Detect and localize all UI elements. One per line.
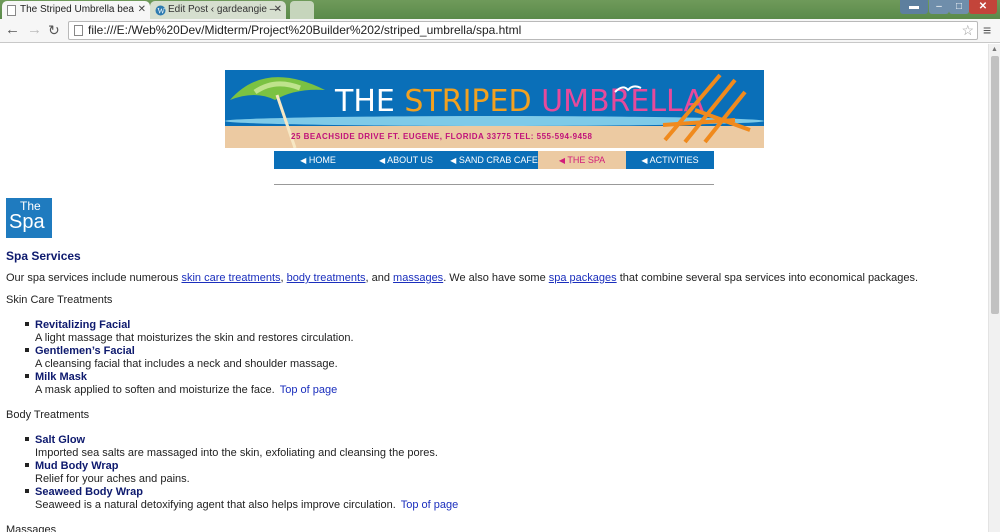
close-icon[interactable]: ✕ [274,1,282,19]
nav-sand-crab-cafe[interactable]: ◀ SAND CRAB CAFE [450,151,538,169]
list-item: Mud Body Wrap Relief for your aches and … [25,460,835,486]
reload-icon[interactable]: ↻ [48,22,60,38]
scroll-up-icon[interactable]: ▲ [991,46,998,53]
top-of-page-link[interactable]: Top of page [401,499,459,511]
user-icon[interactable]: ▬ [900,0,928,14]
nav-arrow-icon: ◀ [300,156,307,165]
svg-text:W: W [157,7,165,16]
page-icon [7,5,16,16]
url-text[interactable]: file:///E:/Web%20Dev/Midterm/Project%20B… [88,22,521,39]
nav-arrow-icon: ◀ [641,156,648,165]
list-item: Salt Glow Imported sea salts are massage… [25,434,835,460]
nav-about-us[interactable]: ◀ ABOUT US [362,151,450,169]
bullet [25,463,29,467]
bullet [25,489,29,493]
list-item: Gentlemen’s Facial A cleansing facial th… [25,345,835,371]
bullet [25,348,29,352]
site-nav: ◀ HOME ◀ ABOUT US ◀ SAND CRAB CAFE ◀ THE… [274,151,714,169]
nav-activities[interactable]: ◀ ACTIVITIES [626,151,714,169]
bullet [25,437,29,441]
section-title: Massages [6,524,57,532]
bullet [25,322,29,326]
bullet [25,374,29,378]
close-window-button[interactable]: ✕ [969,0,997,14]
banner-address: 25 BEACHSIDE DRIVE FT. EUGENE, FLORIDA 3… [291,132,593,141]
forward-arrow-icon[interactable]: → [27,22,42,38]
tab-striped-umbrella[interactable]: The Striped Umbrella bea ✕ [2,1,150,19]
list-item: Seaweed Body Wrap Seaweed is a natural d… [25,486,835,512]
page-heading: Spa Services [6,249,81,263]
intro-paragraph: Our spa services include numerous skin c… [6,272,919,284]
tab-title: Edit Post ‹ gardeangie — [168,4,280,15]
page-icon [74,25,83,36]
nav-arrow-icon: ◀ [558,156,565,165]
banner: THE STRIPED UMBRELLA 25 BEACHSIDE DRIVE … [225,70,764,148]
section-title: Body Treatments [6,409,90,421]
page-viewport: THE STRIPED UMBRELLA 25 BEACHSIDE DRIVE … [0,44,988,532]
skin-care-link[interactable]: skin care treatments [181,272,280,284]
back-arrow-icon[interactable]: ← [5,22,20,38]
new-tab-button[interactable] [290,1,314,19]
minimize-button[interactable]: – [929,0,949,14]
nav-arrow-icon: ◀ [450,156,457,165]
browser-toolbar: ← → ↻ file:///E:/Web%20Dev/Midterm/Proje… [0,19,1000,43]
maximize-button[interactable]: □ [949,0,969,14]
body-treatments-link[interactable]: body treatments [287,272,366,284]
spa-packages-link[interactable]: spa packages [549,272,617,284]
spa-logo: The Spa [6,198,52,238]
close-icon[interactable]: ✕ [138,1,146,19]
tab-title: The Striped Umbrella bea [20,4,134,15]
scrollbar-thumb[interactable] [991,56,999,314]
skin-care-list: Revitalizing Facial A light massage that… [25,319,835,397]
list-item: Revitalizing Facial A light massage that… [25,319,835,345]
massages-link[interactable]: massages [393,272,443,284]
nav-home[interactable]: ◀ HOME [274,151,362,169]
top-of-page-link[interactable]: Top of page [280,384,338,396]
address-bar[interactable]: file:///E:/Web%20Dev/Midterm/Project%20B… [68,21,978,40]
horizontal-rule [274,184,714,185]
nav-arrow-icon: ◀ [378,156,386,165]
vertical-scrollbar[interactable]: ▲ [988,44,1000,532]
body-treatments-list: Salt Glow Imported sea salts are massage… [25,434,835,512]
nav-the-spa[interactable]: ◀ THE SPA [538,151,626,169]
list-item: Milk Mask A mask applied to soften and m… [25,371,835,397]
tab-strip: The Striped Umbrella bea ✕ W Edit Post ‹… [0,0,1000,19]
beach-chair-graphic [662,73,751,144]
menu-icon[interactable]: ≡ [983,22,991,38]
bookmark-star-icon[interactable]: ☆ [961,22,974,39]
wordpress-icon: W [155,5,166,16]
section-title: Skin Care Treatments [6,294,113,306]
tab-edit-post[interactable]: W Edit Post ‹ gardeangie — ✕ [150,1,286,19]
